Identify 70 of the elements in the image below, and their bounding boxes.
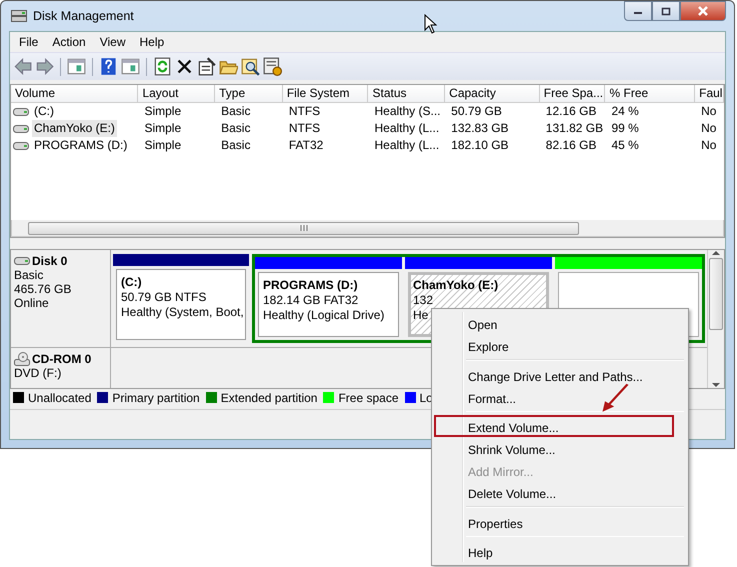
menu-item[interactable]: View bbox=[92, 35, 132, 49]
column-header[interactable]: File System bbox=[282, 85, 368, 102]
table-cell-text: NTFS bbox=[288, 103, 322, 120]
drive-label[interactable]: ChamYoko (E:) bbox=[32, 120, 117, 137]
partition-detail: Healthy (System, Boot, bbox=[121, 305, 245, 320]
window-title: Disk Management bbox=[33, 9, 134, 23]
menu-item[interactable]: Extend Volume... bbox=[434, 415, 674, 437]
menu-item[interactable]: Properties bbox=[434, 510, 686, 532]
partition-detail: He bbox=[413, 308, 430, 323]
menu-item[interactable]: Delete Volume... bbox=[434, 481, 686, 503]
partition-name: ChamYoko (E:) bbox=[413, 278, 500, 293]
table-cell-text: Healthy (L... bbox=[373, 120, 440, 137]
drive-label[interactable]: (C:) bbox=[32, 103, 56, 120]
legend-label: Extended partition bbox=[220, 390, 318, 404]
menu-item[interactable]: File bbox=[12, 35, 46, 49]
menu-item[interactable]: Help bbox=[434, 540, 686, 562]
drive-label[interactable]: PROGRAMS (D:) bbox=[32, 137, 130, 154]
partition-block[interactable]: PROGRAMS (D:) 182.14 GB FAT32 Healthy (Logical Drive) bbox=[258, 272, 399, 337]
column-header[interactable]: % Free bbox=[605, 85, 696, 102]
partition-name: PROGRAMS (D:) bbox=[263, 278, 359, 293]
table-cell-text: No bbox=[700, 103, 718, 120]
legend-label: Unallocated bbox=[28, 390, 92, 404]
disk-name: CD-ROM 0 bbox=[32, 352, 92, 366]
disk-info: Online bbox=[14, 296, 50, 310]
partition-detail: 50.79 GB NTFS bbox=[121, 290, 208, 305]
menu-item[interactable]: Change Drive Letter and Paths... bbox=[434, 364, 686, 386]
legend-label: Primary partition bbox=[112, 390, 200, 404]
table-cell-text: 99 % bbox=[610, 120, 640, 137]
table-cell-text: Simple bbox=[143, 137, 182, 154]
table-cell-text: 12.16 GB bbox=[544, 103, 598, 120]
menu-item[interactable]: Format... bbox=[434, 386, 686, 408]
disk-info: 465.76 GB bbox=[14, 282, 72, 296]
legend-label: Free space bbox=[338, 390, 398, 404]
table-cell-text: 131.82 GB bbox=[544, 120, 604, 137]
table-cell-text: Basic bbox=[220, 103, 252, 120]
menu-item[interactable]: Explore bbox=[434, 334, 686, 356]
table-cell-text: 45 % bbox=[610, 137, 640, 154]
column-header[interactable]: Free Spa... bbox=[540, 85, 606, 102]
table-cell-text: 182.10 GB bbox=[450, 137, 510, 154]
disk-info: Basic bbox=[14, 268, 44, 282]
table-cell-text: Simple bbox=[143, 103, 182, 120]
column-header[interactable]: Layout bbox=[138, 85, 216, 102]
table-cell-text: No bbox=[700, 120, 718, 137]
column-header[interactable]: Volume bbox=[11, 85, 138, 102]
table-cell-text: No bbox=[700, 137, 718, 154]
column-header[interactable]: Status bbox=[368, 85, 446, 102]
partition-name: (C:) bbox=[121, 275, 143, 290]
table-cell-text: NTFS bbox=[288, 120, 322, 137]
column-header[interactable]: Capacity bbox=[445, 85, 540, 102]
partition-detail: 132 bbox=[413, 293, 434, 308]
table-cell-text: Healthy (L... bbox=[373, 137, 440, 154]
table-cell-text: Healthy (S... bbox=[373, 103, 442, 120]
table-cell-text: 50.79 GB bbox=[450, 103, 503, 120]
table-cell-text: Basic bbox=[220, 120, 252, 137]
menu-item[interactable]: Shrink Volume... bbox=[434, 437, 686, 459]
table-cell-text: FAT32 bbox=[288, 137, 324, 154]
disk-name: Disk 0 bbox=[32, 254, 68, 268]
table-cell-text: Basic bbox=[220, 137, 252, 154]
column-header[interactable]: Faul bbox=[695, 85, 724, 102]
table-cell-text: 24 % bbox=[610, 103, 640, 120]
partition-detail: Healthy (Logical Drive) bbox=[263, 308, 386, 323]
menu-item[interactable]: Help bbox=[132, 35, 172, 49]
table-cell-text: Simple bbox=[143, 120, 182, 137]
menu-item[interactable]: Action bbox=[45, 35, 93, 49]
partition-detail: 182.14 GB FAT32 bbox=[263, 293, 360, 308]
column-header[interactable]: Type bbox=[215, 85, 283, 102]
disk-info: DVD (F:) bbox=[14, 366, 62, 380]
partition-block[interactable]: (C:) 50.79 GB NTFS Healthy (System, Boot, bbox=[116, 269, 246, 340]
table-cell-text: 82.16 GB bbox=[544, 137, 598, 154]
table-cell-text: 132.83 GB bbox=[450, 120, 510, 137]
